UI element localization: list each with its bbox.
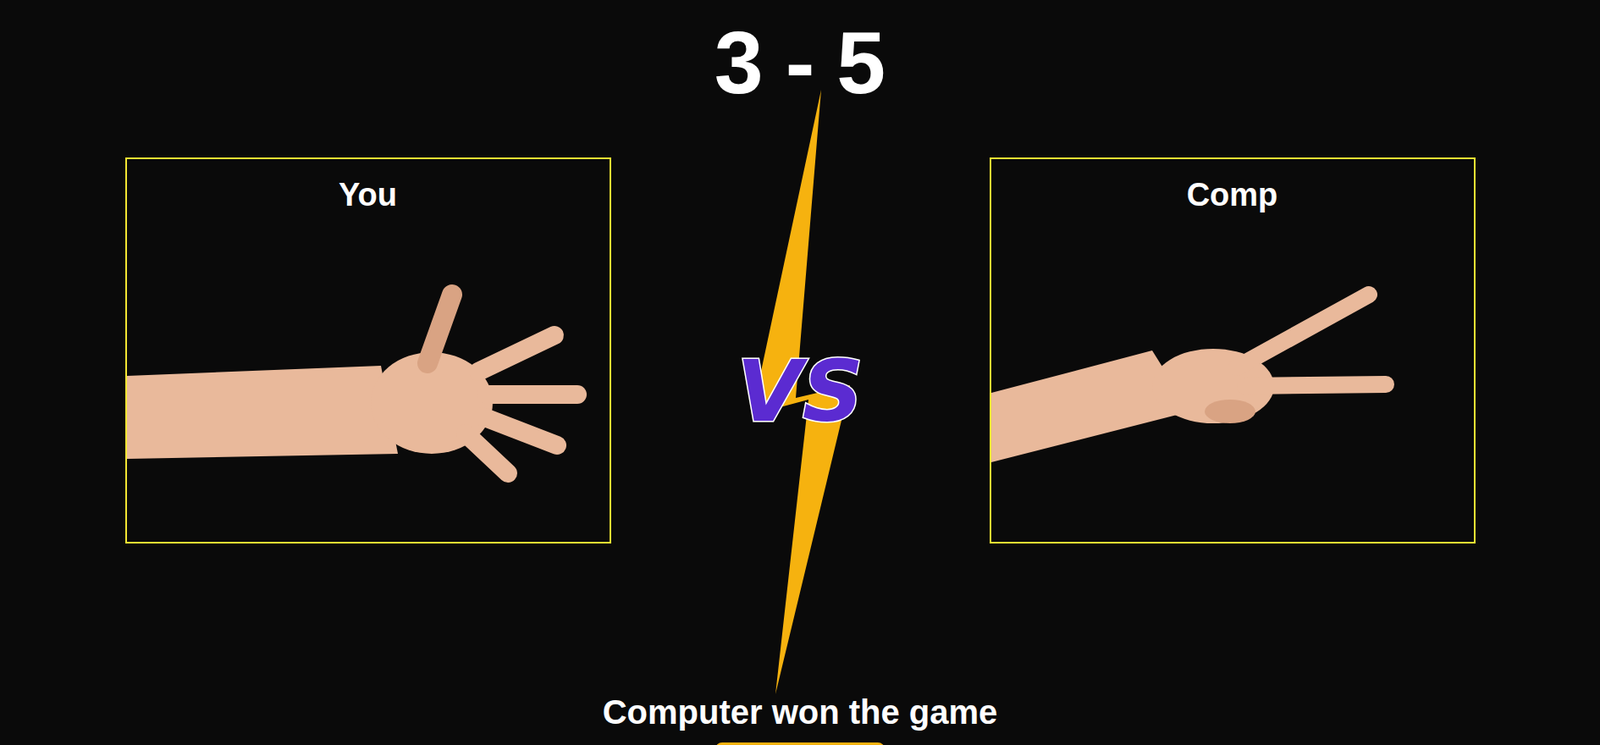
players-row: You VS Comp (125, 157, 1476, 544)
score: 3-5 (714, 18, 886, 107)
score-separator: - (785, 18, 816, 107)
computer-score: 5 (836, 18, 886, 107)
paper-hand-icon (126, 215, 610, 542)
play-again-button[interactable] (715, 742, 885, 745)
user-score: 3 (714, 18, 764, 107)
game-layout: 3-5 You VS Comp Computer won the game (0, 0, 1600, 745)
game-screen: 3-5 You VS Comp Computer won the game (0, 0, 1600, 745)
versus-label: VS (736, 349, 863, 435)
player-card: Comp (989, 157, 1476, 544)
versus-column: VS (611, 157, 990, 542)
player-label: You (338, 174, 398, 216)
result-message: Computer won the game (602, 691, 999, 733)
player-label: Comp (1186, 174, 1279, 216)
scissors-hand-icon (991, 215, 1474, 542)
player-card: You (125, 157, 612, 544)
